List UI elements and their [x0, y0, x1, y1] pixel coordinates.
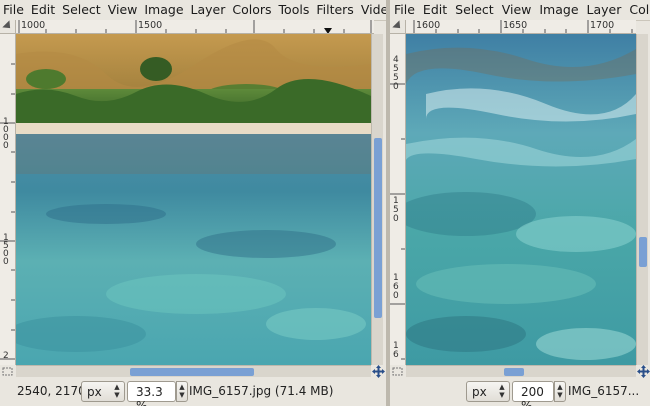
vruler-text-1500: 1500	[3, 233, 9, 267]
vruler-digit: 5	[393, 205, 399, 215]
pointer-coordinates: 2540, 2170	[17, 384, 86, 398]
dropdown-icon: ▲ ▼	[557, 383, 563, 399]
menubar-right: FileEditSelectViewImageLayerColors	[390, 0, 650, 21]
menu-file[interactable]: File	[0, 0, 28, 20]
ruler-corner[interactable]	[390, 20, 406, 34]
vertical-ruler[interactable]: 4 5 5 0 1 5 0 1 6 0 1 6	[390, 34, 406, 365]
vertical-scrollbar-right[interactable]	[636, 34, 648, 365]
image-window-right: FileEditSelectViewImageLayerColors 1600 …	[390, 0, 650, 406]
zoom-combo[interactable]: 33.3 %	[127, 381, 176, 406]
menu-layer[interactable]: Layer	[188, 0, 230, 20]
dropdown-icon: ▲ ▼	[179, 383, 185, 399]
vruler-digit: 6	[393, 282, 399, 292]
photo-beach-left	[16, 34, 371, 365]
menu-file[interactable]: File	[390, 0, 419, 20]
quick-mask-toggle[interactable]	[0, 365, 16, 378]
image-window-left: File Edit Select View Image Layer Colors Tools F…	[0, 0, 386, 406]
vruler-digit: 1	[393, 273, 399, 283]
menu-layer[interactable]: Layer	[583, 0, 626, 20]
quick-mask-icon	[392, 367, 403, 376]
statusbar-left: 2540, 2170 px ▲ ▼ 33.3 % ▲ ▼ IMG_6157.jpg …	[0, 378, 386, 406]
menu-filters[interactable]: Filters	[313, 0, 357, 20]
vertical-scrollbar-left[interactable]	[371, 34, 383, 365]
menu-colors[interactable]: Colors	[229, 0, 275, 20]
menu-view[interactable]: View	[498, 0, 536, 20]
vruler-digit: 0	[393, 291, 399, 301]
arrow-icon	[2, 20, 14, 32]
horizontal-ruler[interactable]: 1600 1650 1700	[406, 20, 636, 34]
horizontal-scrollbar-thumb[interactable]	[130, 368, 254, 376]
unit-value: px	[87, 385, 102, 399]
zoom-value: 33.3 %	[136, 385, 163, 406]
quick-mask-icon	[2, 367, 13, 376]
vruler-digit: 5	[393, 73, 399, 83]
vruler-digit: 1	[393, 196, 399, 206]
navigate-button[interactable]	[637, 365, 650, 378]
image-filename: IMG_6157...	[568, 384, 640, 398]
zoom-combo[interactable]: 200 %	[512, 381, 554, 406]
image-canvas-left[interactable]	[16, 34, 371, 365]
horizontal-scrollbar-left[interactable]	[16, 365, 371, 377]
vruler-digit: 0	[393, 214, 399, 224]
arrow-icon	[392, 20, 404, 32]
menu-view[interactable]: View	[105, 0, 142, 20]
horizontal-scrollbar-thumb[interactable]	[504, 368, 524, 376]
hruler-label-1600: 1600	[416, 20, 441, 31]
navigate-button[interactable]	[372, 365, 385, 378]
zoom-value: 200 %	[521, 385, 544, 406]
statusbar-right: px ▲ ▼ 200 % ▲ ▼ IMG_6157...	[390, 378, 650, 406]
vruler-digit: 1	[393, 341, 399, 351]
vruler-text-2: 2	[3, 351, 9, 361]
vruler-digit: 4	[393, 55, 399, 65]
unit-selector[interactable]: px ▲ ▼	[466, 381, 510, 402]
quick-mask-toggle[interactable]	[390, 365, 406, 378]
menu-edit[interactable]: Edit	[419, 0, 451, 20]
vruler-label-2: 2	[3, 351, 13, 361]
vruler-ticks	[0, 63, 15, 360]
menu-image[interactable]: Image	[141, 0, 187, 20]
vruler-label-1500: 1500	[3, 233, 13, 267]
vruler-digit: 5	[393, 64, 399, 74]
hruler-label-1700: 1700	[590, 20, 615, 31]
menubar-left: File Edit Select View Image Layer Colors Tools F…	[0, 0, 386, 21]
image-canvas-right[interactable]	[406, 34, 636, 365]
vruler-label-1000: 1000	[3, 117, 13, 151]
navigate-icon	[637, 365, 650, 378]
menu-select[interactable]: Select	[451, 0, 498, 20]
vertical-scrollbar-thumb[interactable]	[374, 138, 382, 318]
image-filename: IMG_6157.jpg (71.4 MB)	[189, 384, 334, 398]
vertical-scrollbar-thumb[interactable]	[639, 237, 647, 267]
ruler-ticks	[18, 20, 372, 33]
horizontal-scrollbar-right[interactable]	[406, 365, 636, 377]
menu-select[interactable]: Select	[59, 0, 105, 20]
spin-icon: ▲ ▼	[114, 383, 120, 399]
photo-water-zoomed	[406, 34, 636, 365]
ruler-corner[interactable]	[0, 20, 16, 34]
menu-video[interactable]: Video	[358, 0, 386, 20]
zoom-dropdown-button[interactable]: ▲ ▼	[554, 381, 566, 402]
vruler-text-1000: 1000	[3, 117, 9, 151]
menu-colors[interactable]: Colors	[625, 0, 650, 20]
navigate-icon	[372, 365, 385, 378]
hruler-label-1500: 1500	[138, 20, 163, 31]
vruler-digit: 0	[393, 82, 399, 92]
vertical-ruler[interactable]: 1000 1500 2	[0, 34, 16, 365]
menu-edit[interactable]: Edit	[28, 0, 59, 20]
spin-icon: ▲ ▼	[499, 383, 505, 399]
menu-image[interactable]: Image	[535, 0, 582, 20]
horizontal-ruler[interactable]: 1000 1500	[16, 20, 374, 34]
hruler-label-1650: 1650	[503, 20, 528, 31]
unit-value: px	[472, 385, 487, 399]
vruler-digit: 6	[393, 350, 399, 360]
zoom-dropdown-button[interactable]: ▲ ▼	[176, 381, 188, 402]
menu-tools[interactable]: Tools	[276, 0, 314, 20]
hruler-label-1000: 1000	[21, 20, 46, 31]
unit-selector[interactable]: px ▲ ▼	[81, 381, 125, 402]
